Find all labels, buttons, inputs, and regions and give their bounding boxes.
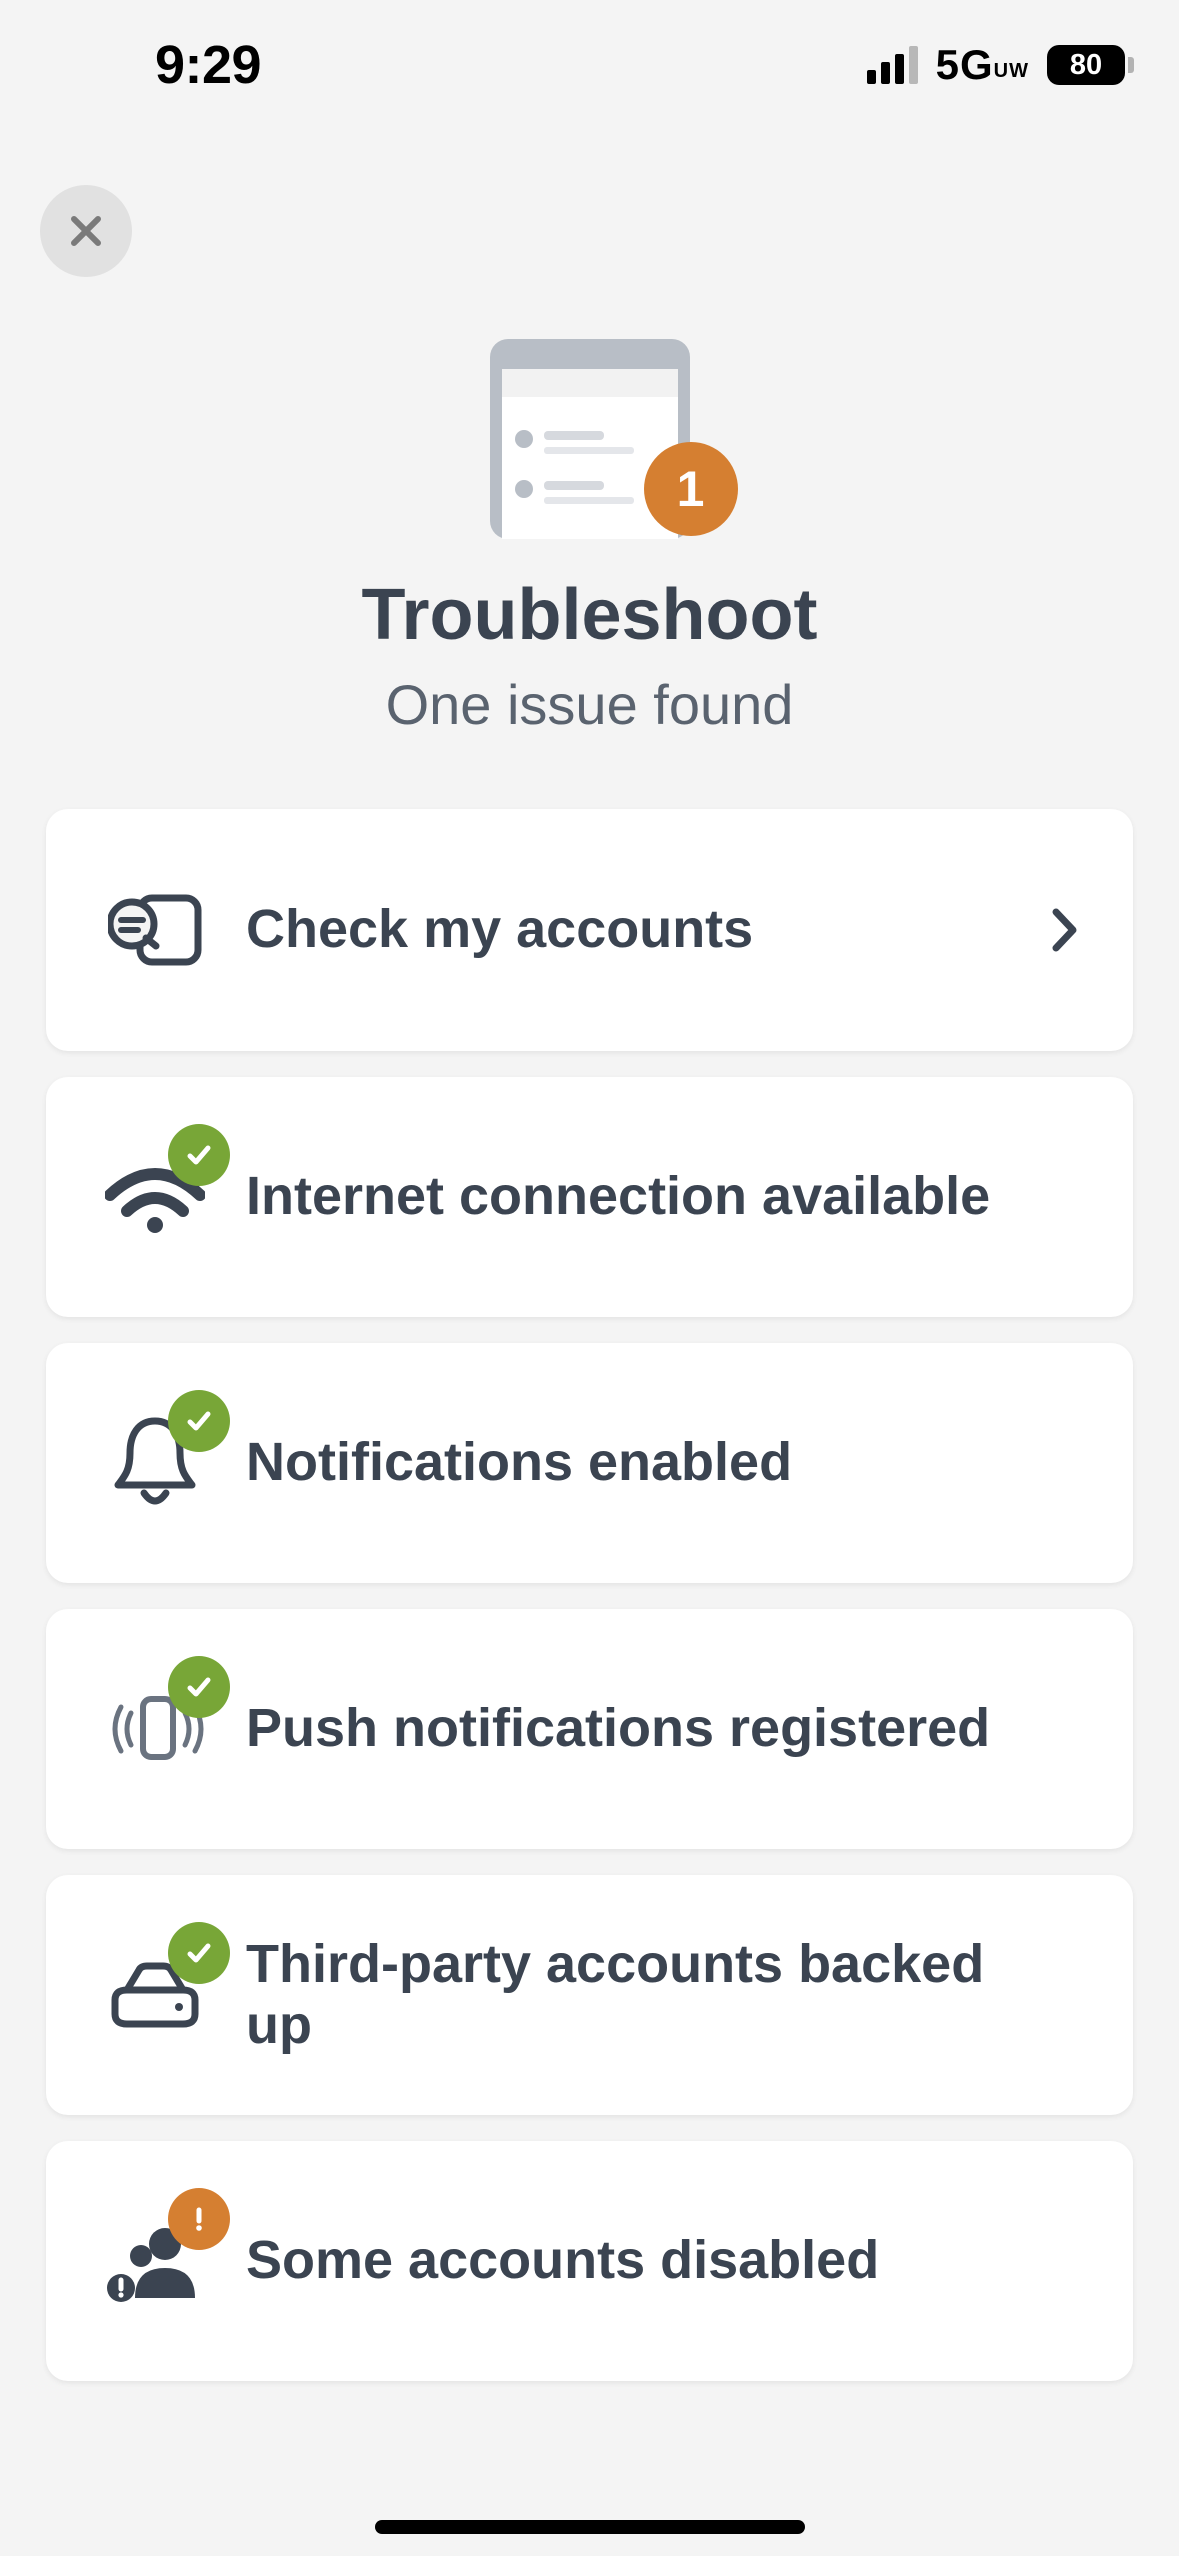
chevron-right-icon (1051, 907, 1079, 953)
page-title: Troubleshoot (0, 574, 1179, 656)
network-subtype-label: UW (994, 60, 1029, 82)
item-label: Check my accounts (246, 899, 1051, 960)
status-ok-icon (168, 1124, 230, 1186)
item-internet[interactable]: Internet connection available (46, 1077, 1133, 1317)
status-ok-icon (168, 1922, 230, 1984)
status-ok-icon (168, 1390, 230, 1452)
status-indicators: 5GUW 80 (867, 41, 1134, 89)
item-label: Internet connection available (246, 1166, 1079, 1227)
people-icon (90, 2206, 220, 2316)
troubleshoot-list: Check my accounts Internet connection av… (0, 737, 1179, 2381)
page-subtitle: One issue found (0, 672, 1179, 737)
issue-count-badge: 1 (644, 442, 738, 536)
battery-icon: 80 (1047, 45, 1134, 85)
item-accounts-disabled[interactable]: Some accounts disabled (46, 2141, 1133, 2381)
push-icon (90, 1674, 220, 1784)
status-warn-icon (168, 2188, 230, 2250)
close-icon (66, 211, 106, 251)
bell-icon (90, 1408, 220, 1518)
item-check-accounts[interactable]: Check my accounts (46, 809, 1133, 1051)
network-type-label: 5G (936, 41, 994, 88)
drive-icon (90, 1940, 220, 2050)
signal-icon (867, 46, 918, 84)
item-label: Some accounts disabled (246, 2230, 1079, 2291)
close-button[interactable] (40, 185, 132, 277)
item-notifications[interactable]: Notifications enabled (46, 1343, 1133, 1583)
status-bar: 9:29 5GUW 80 (0, 0, 1179, 130)
status-time: 9:29 (45, 34, 261, 96)
item-label: Third-party accounts backed up (246, 1934, 1079, 2056)
battery-level: 80 (1047, 45, 1125, 85)
item-label: Push notifications registered (246, 1698, 1079, 1759)
item-label: Notifications enabled (246, 1432, 1079, 1493)
accounts-icon (90, 875, 220, 985)
item-push[interactable]: Push notifications registered (46, 1609, 1133, 1849)
wifi-icon (90, 1142, 220, 1252)
status-ok-icon (168, 1656, 230, 1718)
hero: 1 Troubleshoot One issue found (0, 339, 1179, 737)
home-indicator[interactable] (375, 2520, 805, 2534)
item-backup[interactable]: Third-party accounts backed up (46, 1875, 1133, 2115)
hero-illustration: 1 (470, 339, 710, 544)
network-type: 5GUW (936, 41, 1029, 89)
